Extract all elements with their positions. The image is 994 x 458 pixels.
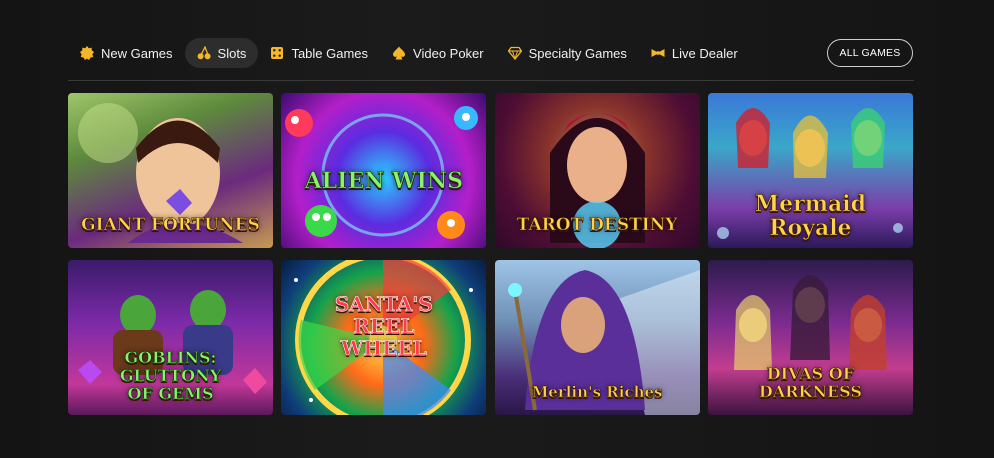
- game-tile-giant-fortunes[interactable]: GIANT FORTUNES: [68, 93, 273, 248]
- game-title: TAROT DESTINY: [516, 215, 678, 235]
- nav-item-new-games[interactable]: New Games: [68, 38, 185, 68]
- game-title: GOBLINS: GLUTTONY OF GEMS: [119, 348, 222, 403]
- nav-divider: [68, 80, 914, 81]
- game-tile-goblins-gluttony-of-gems[interactable]: GOBLINS: GLUTTONY OF GEMS: [68, 260, 273, 415]
- game-category-nav: New Games Slots Table Games Video Poker …: [68, 38, 914, 68]
- nav-item-live-dealer[interactable]: Live Dealer: [639, 38, 750, 68]
- nav-item-label: Live Dealer: [671, 45, 738, 61]
- game-title: SANTA'S REEL WHEEL: [334, 292, 433, 360]
- new-games-badge-icon: [80, 46, 94, 60]
- game-title: GIANT FORTUNES: [81, 215, 260, 235]
- spade-icon: [392, 46, 406, 60]
- cherries-icon: [197, 46, 211, 60]
- nav-item-label: Table Games: [291, 45, 369, 61]
- nav-item-label: Specialty Games: [528, 45, 627, 61]
- nav-item-specialty-games[interactable]: Specialty Games: [496, 38, 639, 68]
- dice-icon: [270, 46, 284, 60]
- nav-item-video-poker[interactable]: Video Poker: [380, 38, 496, 68]
- game-title: Merlin's Riches: [531, 383, 663, 402]
- game-tile-mermaid-royale[interactable]: Mermaid Royale: [707, 93, 913, 248]
- nav-item-label: Slots: [217, 45, 247, 61]
- nav-item-label: Video Poker: [413, 45, 484, 61]
- game-tile-divas-of-darkness[interactable]: DIVAS OF DARKNESS: [707, 260, 913, 415]
- game-title: ALIEN WINS: [304, 168, 463, 194]
- game-tile-santas-reel-wheel[interactable]: SANTA'S REEL WHEEL: [281, 260, 487, 415]
- game-tile-alien-wins[interactable]: ALIEN WINS: [281, 93, 487, 248]
- all-games-button[interactable]: ALL GAMES: [827, 39, 913, 67]
- diamond-icon: [507, 46, 522, 60]
- game-title: Mermaid Royale: [754, 191, 866, 241]
- game-tile-merlins-riches[interactable]: Merlin's Riches: [494, 260, 700, 415]
- game-tile-tarot-destiny[interactable]: TAROT DESTINY: [494, 93, 700, 248]
- nav-item-slots[interactable]: Slots: [184, 38, 259, 68]
- game-title: DIVAS OF DARKNESS: [758, 364, 863, 401]
- nav-item-table-games[interactable]: Table Games: [258, 38, 380, 68]
- nav-item-label: New Games: [101, 45, 173, 61]
- game-grid: GIANT FORTUNES ALIEN WINS TAROT DESTINY: [68, 93, 914, 415]
- bowtie-icon: [651, 46, 665, 60]
